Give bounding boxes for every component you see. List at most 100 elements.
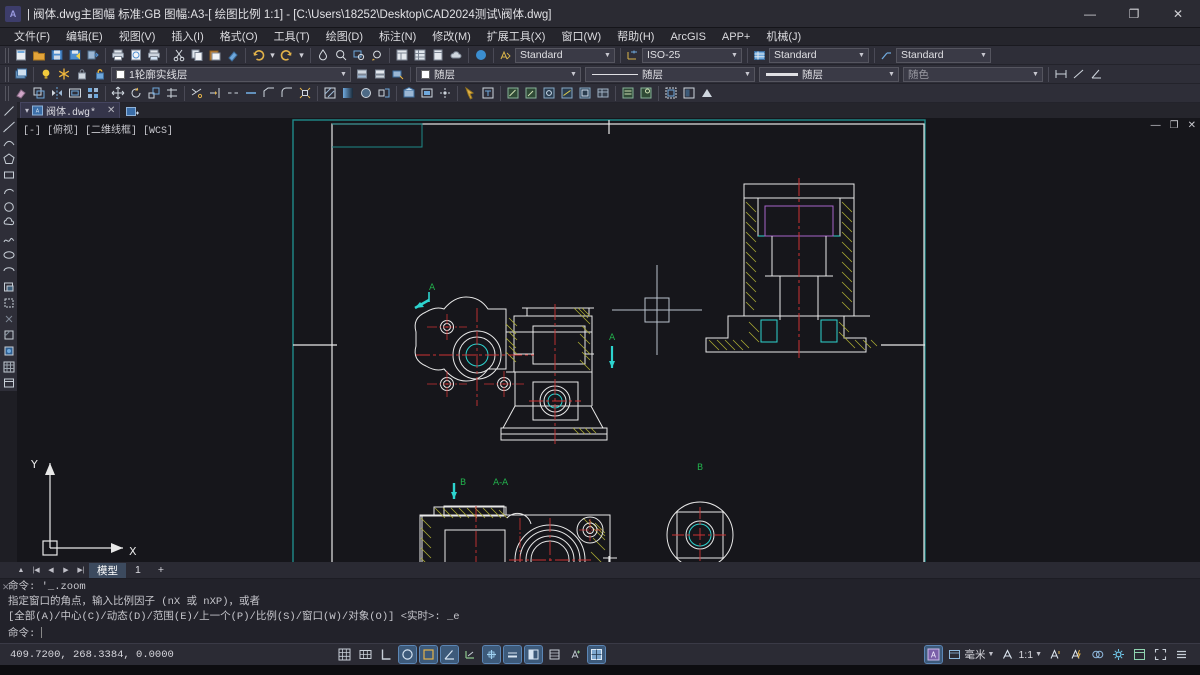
- object-snap-icon[interactable]: [418, 645, 438, 664]
- viewport-scale-icon[interactable]: [946, 646, 963, 663]
- mech-bom-icon[interactable]: [620, 85, 636, 101]
- new-file-icon[interactable]: [13, 47, 29, 63]
- help-icon[interactable]: [473, 47, 489, 63]
- color-combo[interactable]: 随层 ▼: [416, 66, 581, 82]
- selection-cycling-icon[interactable]: [546, 646, 563, 663]
- zoom-realtime-icon[interactable]: [333, 47, 349, 63]
- menu-dimension[interactable]: 标注(N): [371, 28, 424, 46]
- collapse-tabs-button[interactable]: ▲: [14, 563, 28, 578]
- menu-mechanical[interactable]: 机械(J): [758, 28, 809, 46]
- mech-hole-icon[interactable]: [541, 85, 557, 101]
- command-line-close-icon[interactable]: ✕: [2, 582, 10, 593]
- menu-window[interactable]: 窗口(W): [553, 28, 609, 46]
- rectangle-icon[interactable]: [1, 167, 16, 182]
- chamfer-icon[interactable]: [261, 85, 277, 101]
- move-icon[interactable]: [110, 85, 126, 101]
- fillet-icon[interactable]: [279, 85, 295, 101]
- chevron-down-icon[interactable]: ▼: [741, 68, 754, 81]
- array-icon[interactable]: [85, 85, 101, 101]
- layer-on-off-icon[interactable]: [38, 66, 54, 82]
- command-line-area[interactable]: ✕ 命令: '_.zoom 指定窗口的角点，输入比例因子 (nX 或 nXP)，…: [0, 579, 1200, 643]
- undo-icon[interactable]: [250, 47, 266, 63]
- region-draw-icon[interactable]: [1, 359, 16, 374]
- toolbar-grip[interactable]: [5, 85, 9, 101]
- command-input-row[interactable]: 命令:: [0, 625, 1200, 640]
- dynamic-ucs-icon[interactable]: [462, 646, 479, 663]
- scale-icon[interactable]: [146, 85, 162, 101]
- mech-bearing-icon[interactable]: [577, 85, 593, 101]
- dim-linear-icon[interactable]: [1053, 66, 1069, 82]
- layer-lock-icon[interactable]: [74, 66, 90, 82]
- layout-tab-1[interactable]: 1: [127, 563, 149, 578]
- cursor-coordinates[interactable]: 409.7200, 268.3384, 0.0000: [0, 649, 174, 661]
- prev-tab-button[interactable]: ◀: [44, 563, 58, 578]
- table-draw-icon[interactable]: [1, 375, 16, 390]
- last-tab-button[interactable]: ▶|: [74, 563, 88, 578]
- mirror-icon[interactable]: [49, 85, 65, 101]
- linetype-combo[interactable]: 随层 ▼: [585, 66, 755, 82]
- menu-view[interactable]: 视图(V): [111, 28, 164, 46]
- workspace-switch-icon[interactable]: [586, 645, 606, 664]
- gradient-draw-icon[interactable]: [1, 343, 16, 358]
- model-space-icon[interactable]: A: [923, 645, 943, 664]
- text-multiline-icon[interactable]: [480, 85, 496, 101]
- toolbar-grip[interactable]: [5, 47, 9, 63]
- redo-dropdown-icon[interactable]: ▾: [297, 47, 306, 63]
- export-icon[interactable]: [85, 47, 101, 63]
- mech-spring-icon[interactable]: [559, 85, 575, 101]
- chevron-down-icon[interactable]: ▼: [728, 49, 741, 62]
- layer-freeze-icon[interactable]: [56, 66, 72, 82]
- plotstyle-combo[interactable]: 随色 ▼: [903, 66, 1043, 82]
- polygon-icon[interactable]: [1, 151, 16, 166]
- designcenter-icon[interactable]: [412, 47, 428, 63]
- dim-angular-icon[interactable]: [1089, 66, 1105, 82]
- chevron-down-icon[interactable]: ▼: [855, 49, 868, 62]
- clean-screen-icon[interactable]: [1131, 646, 1148, 663]
- trim-icon[interactable]: [189, 85, 205, 101]
- new-document-tab-button[interactable]: [124, 104, 140, 118]
- point-icon[interactable]: [437, 85, 453, 101]
- cloud-icon[interactable]: [448, 47, 464, 63]
- mech-part-icon[interactable]: [505, 85, 521, 101]
- drawing-canvas[interactable]: [-] [俯视] [二维线框] [WCS] — ❐ ✕ A A B A-A B …: [17, 118, 1200, 562]
- grid-display-icon[interactable]: [336, 646, 353, 663]
- menu-format[interactable]: 格式(O): [212, 28, 266, 46]
- point-draw-icon[interactable]: [1, 311, 16, 326]
- mech-table-icon[interactable]: [595, 85, 611, 101]
- pan-realtime-icon[interactable]: [315, 47, 331, 63]
- model-tab[interactable]: 模型: [89, 562, 126, 578]
- annotation-lightning-icon[interactable]: [1068, 646, 1085, 663]
- menu-arcgis[interactable]: ArcGIS: [662, 28, 713, 46]
- gradient-icon[interactable]: [340, 85, 356, 101]
- plot-preview-icon[interactable]: [128, 47, 144, 63]
- stretch-icon[interactable]: [164, 85, 180, 101]
- chevron-down-icon[interactable]: ▼: [601, 49, 614, 62]
- snap-mode-icon[interactable]: [357, 646, 374, 663]
- chevron-down-icon[interactable]: ▼: [977, 49, 990, 62]
- menu-file[interactable]: 文件(F): [6, 28, 58, 46]
- layout-new-icon[interactable]: [663, 85, 679, 101]
- document-tab[interactable]: ▾ A 阀体.dwg* ✕: [20, 102, 121, 119]
- circle-icon[interactable]: [1, 199, 16, 214]
- save-as-icon[interactable]: [67, 47, 83, 63]
- maximize-button[interactable]: ❐: [1112, 0, 1156, 28]
- menu-draw[interactable]: 绘图(D): [318, 28, 371, 46]
- arc-icon[interactable]: [1, 183, 16, 198]
- layer-previous-icon[interactable]: [354, 66, 370, 82]
- mleader-style-combo[interactable]: Standard ▼: [896, 47, 991, 63]
- polar-tracking-icon[interactable]: [397, 645, 417, 664]
- mech-balloon-icon[interactable]: [638, 85, 654, 101]
- fullscreen-icon[interactable]: [1152, 646, 1169, 663]
- break-icon[interactable]: [225, 85, 241, 101]
- spline-icon[interactable]: [1, 231, 16, 246]
- ellipse-arc-icon[interactable]: [1, 263, 16, 278]
- zoom-previous-icon[interactable]: [369, 47, 385, 63]
- layer-combo[interactable]: 1轮廓实线层 ▼: [111, 66, 351, 82]
- customization-menu-icon[interactable]: [1173, 646, 1190, 663]
- properties-palette-icon[interactable]: [394, 47, 410, 63]
- chevron-down-icon[interactable]: ▼: [1029, 68, 1042, 81]
- zoom-window-icon[interactable]: [351, 47, 367, 63]
- units-dropdown-icon[interactable]: ▼: [988, 651, 995, 658]
- hatch-icon[interactable]: [322, 85, 338, 101]
- plot-icon[interactable]: [110, 47, 126, 63]
